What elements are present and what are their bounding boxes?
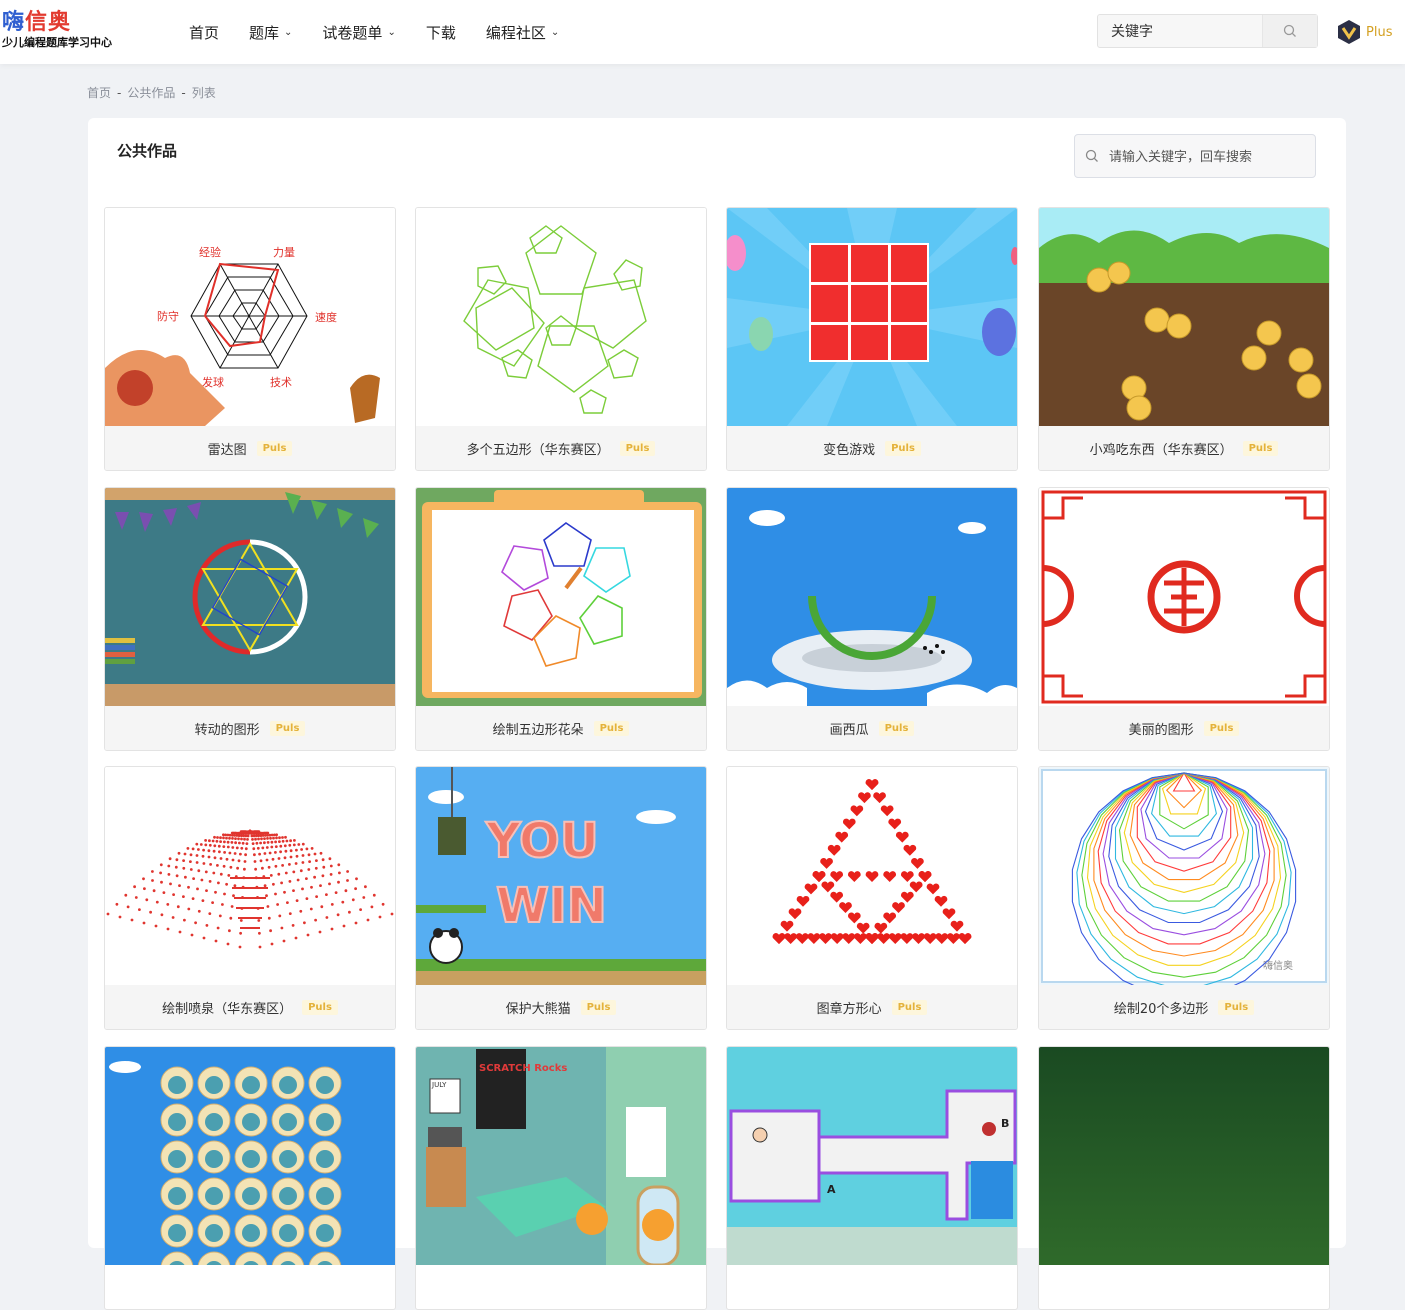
work-card[interactable]: 多个五边形（华东赛区） Puls [415,207,707,471]
work-thumbnail [416,488,706,706]
nav-download[interactable]: 下载 [426,22,456,43]
plus-membership[interactable]: Plus [1336,17,1392,47]
puls-badge: Puls [619,440,656,456]
work-card[interactable]: A B [726,1046,1018,1310]
work-card[interactable]: 画西瓜 Puls [726,487,1018,751]
calendar-text: JULY [431,1081,447,1089]
work-title: 多个五边形（华东赛区） [466,442,610,458]
chevron-down-icon: ⌄ [550,26,560,38]
breadcrumb: 首页 - 公共作品 - 列表 [87,86,216,100]
work-title: 小鸡吃东西（华东赛区） [1089,442,1233,458]
breadcrumb-list: 列表 [191,86,216,100]
work-card[interactable]: 美丽的图形 Puls [1038,487,1330,751]
work-title: 保护大熊猫 [505,1001,571,1017]
work-card[interactable]: 绘制喷泉（华东赛区） Puls [104,766,396,1030]
chevron-down-icon: ⌄ [387,26,396,38]
breadcrumb-home[interactable]: 首页 [87,86,111,100]
header-search-input[interactable] [1098,15,1279,49]
work-thumbnail [1039,208,1329,426]
radar-label-power: 力量 [273,246,295,259]
header-search [1097,14,1318,49]
radar-label-skill: 技术 [270,376,292,389]
works-search-input[interactable] [1107,135,1311,179]
puls-badge: Puls [878,720,915,736]
work-thumbnail: A B [727,1047,1017,1265]
logo-text-b: 信奥 [25,10,72,35]
work-title: 变色游戏 [823,442,876,458]
puls-badge: Puls [256,440,293,456]
plus-vip-icon [1338,20,1360,44]
work-card[interactable]: 变色游戏 Puls [726,207,1018,471]
work-title: 绘制20个多边形 [1113,1001,1209,1017]
work-card[interactable]: 图章方形心 Puls [726,766,1018,1030]
work-title: 画西瓜 [829,722,869,738]
logo-subtitle: 少儿编程题库学习中心 [2,36,112,49]
breadcrumb-public-works[interactable]: 公共作品 [127,86,175,100]
work-thumbnail [727,208,1017,426]
work-thumbnail [1039,488,1329,706]
work-thumbnail: 经验 力量 速度 技术 发球 防守 [105,208,395,426]
nav-community[interactable]: 编程社区 ⌄ [486,22,559,43]
work-thumbnail: YOU WIN [416,767,706,985]
work-card[interactable]: 小鸡吃东西（华东赛区） Puls [1038,207,1330,471]
site-logo[interactable]: 嗨信奥 少儿编程题库学习中心 [2,10,122,54]
puls-badge: Puls [1242,440,1279,456]
nav-question-bank[interactable]: 题库 ⌄ [249,22,292,43]
work-thumbnail [727,767,1017,985]
work-title: 美丽的图形 [1128,722,1194,738]
radar-label-experience: 经验 [199,245,221,259]
work-card[interactable]: 绘制五边形花朵 Puls [415,487,707,751]
works-panel: 公共作品 经验 力量 速度 技术 [88,118,1346,1310]
radar-label-speed: 速度 [315,310,337,324]
puls-badge: Puls [885,440,921,456]
work-thumbnail [105,767,395,985]
work-thumbnail [105,1047,395,1265]
top-header: 嗨信奥 少儿编程题库学习中心 首页 题库⌄ 试卷题单⌄ 下载 编程社区⌄ Plu… [0,0,1405,64]
puls-badge: Puls [269,720,306,736]
plus-label: Plus [1366,24,1393,40]
maze-label-b: B [1001,1117,1009,1130]
maze-label-a: A [827,1183,836,1196]
works-search [1074,134,1316,179]
work-title: 雷达图 [207,442,247,458]
main-nav: 首页 题库 ⌄ 试卷题单 ⌄ 下载 编程社区 ⌄ [189,0,589,64]
poster-text: SCRATCH Rocks [479,1063,567,1074]
work-card[interactable]: 转动的图形 Puls [104,487,396,751]
work-thumbnail: SCRATCH Rocks JULY [416,1047,706,1265]
work-thumbnail [1039,1047,1329,1265]
work-card[interactable]: 经验 力量 速度 技术 发球 防守 雷达图 Puls [104,207,396,471]
puls-badge: Puls [580,999,617,1015]
work-thumbnail [416,208,706,426]
work-title: 绘制喷泉（华东赛区） [162,1001,293,1017]
puls-badge: Puls [891,999,928,1015]
work-card[interactable] [104,1046,396,1310]
puls-badge: Puls [1218,999,1255,1015]
radar-label-defense: 防守 [157,309,179,323]
puls-badge: Puls [593,720,630,736]
work-title: 图章方形心 [816,1001,882,1017]
puls-badge: Puls [1203,720,1240,736]
work-thumbnail [727,488,1017,706]
you-win-text-2: WIN [496,878,607,934]
you-win-text-1: YOU [485,813,599,869]
work-card[interactable]: YOU WIN 保护大熊猫 Puls [415,766,707,1030]
work-thumbnail [105,488,395,706]
search-icon [1085,149,1098,162]
logo-text-a: 嗨 [2,10,26,35]
header-search-button[interactable] [1262,15,1317,47]
work-card[interactable]: 嗨信奥 绘制20个多边形 Puls [1038,766,1330,1030]
work-title: 绘制五边形花朵 [492,722,584,738]
work-card[interactable] [1038,1046,1330,1310]
nav-home[interactable]: 首页 [189,22,219,43]
chevron-down-icon: ⌄ [284,26,293,38]
work-title: 转动的图形 [194,722,260,738]
search-icon [1283,24,1296,37]
radar-label-serve: 发球 [202,375,224,389]
work-thumbnail: 嗨信奥 [1039,767,1329,985]
panel-title: 公共作品 [117,142,178,160]
nav-papers[interactable]: 试卷题单 ⌄ [322,22,395,43]
puls-badge: Puls [302,999,338,1015]
work-card[interactable]: SCRATCH Rocks JULY [415,1046,707,1310]
